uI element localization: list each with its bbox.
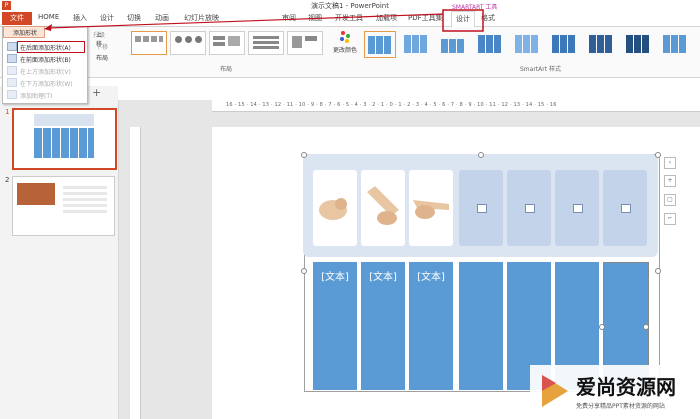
slide-thumbnail-2[interactable]: [12, 176, 115, 236]
annotation-overlay: [44, 9, 484, 32]
mini-content: [63, 183, 107, 213]
hand-photo-icon: [413, 200, 449, 219]
text-column-4[interactable]: [459, 262, 503, 390]
picture-placeholder-6[interactable]: [555, 170, 599, 246]
resize-handle[interactable]: [301, 268, 307, 274]
picture-placeholder-5[interactable]: [507, 170, 551, 246]
mini-columns: [34, 128, 94, 158]
annotation-box-design-tab: [442, 9, 484, 32]
text-column-3[interactable]: [文本]: [409, 262, 453, 390]
style-options-icon[interactable]: ▢: [664, 194, 676, 206]
resize-handle[interactable]: [301, 152, 307, 158]
slide-thumbnail-1[interactable]: [12, 108, 117, 170]
slide-number: 1: [5, 108, 10, 116]
mini-picture-row: [34, 114, 94, 126]
vertical-ruler: [130, 127, 141, 419]
picture-icon: [621, 204, 631, 213]
watermark: 爱尚资源网 免费分享精品PPT素材资源的网站: [530, 365, 700, 419]
crop-options-icon[interactable]: ⌐: [664, 213, 676, 225]
picture-icon: [477, 204, 487, 213]
picture-placeholder-7[interactable]: [603, 170, 647, 246]
picture-placeholder-4[interactable]: [459, 170, 503, 246]
resize-handle[interactable]: [643, 324, 649, 330]
resize-handle[interactable]: [655, 152, 661, 158]
expand-text-pane-icon[interactable]: ‹: [664, 157, 676, 169]
picture-icon: [573, 204, 583, 213]
layout-options-icon[interactable]: +: [664, 175, 676, 187]
watermark-subtitle: 免费分享精品PPT素材资源的网站: [576, 403, 665, 410]
text-column-2[interactable]: [文本]: [361, 262, 405, 390]
slide-thumbnail-pane: 1 2: [0, 100, 119, 419]
picture-icon: [525, 204, 535, 213]
annotation-arrow-line: [47, 13, 444, 29]
resize-handle[interactable]: [655, 268, 661, 274]
text-placeholder: [文本]: [369, 272, 397, 283]
mini-image: [17, 183, 55, 205]
text-placeholder: [文本]: [321, 272, 349, 283]
text-column-1[interactable]: [文本]: [313, 262, 357, 390]
picture-tile-3[interactable]: [409, 170, 453, 246]
resize-handle[interactable]: [478, 152, 484, 158]
watermark-title: 爱尚资源网: [576, 375, 676, 399]
text-placeholder: [文本]: [417, 272, 445, 283]
picture-tile-2[interactable]: [361, 170, 405, 246]
hand-photo-icon: [367, 186, 399, 225]
horizontal-ruler: 16 · 15 · 14 · 13 · 12 · 11 · 10 · 9 · 8…: [212, 100, 700, 112]
hand-photo-icon: [319, 198, 347, 220]
watermark-logo-icon: [542, 375, 568, 407]
ruler-marks: 16 · 15 · 14 · 13 · 12 · 11 · 10 · 9 · 8…: [226, 102, 557, 108]
resize-handle[interactable]: [599, 324, 605, 330]
annotation-arrowhead: [44, 24, 52, 31]
picture-tile-1[interactable]: [313, 170, 357, 246]
slide-number: 2: [5, 176, 10, 184]
